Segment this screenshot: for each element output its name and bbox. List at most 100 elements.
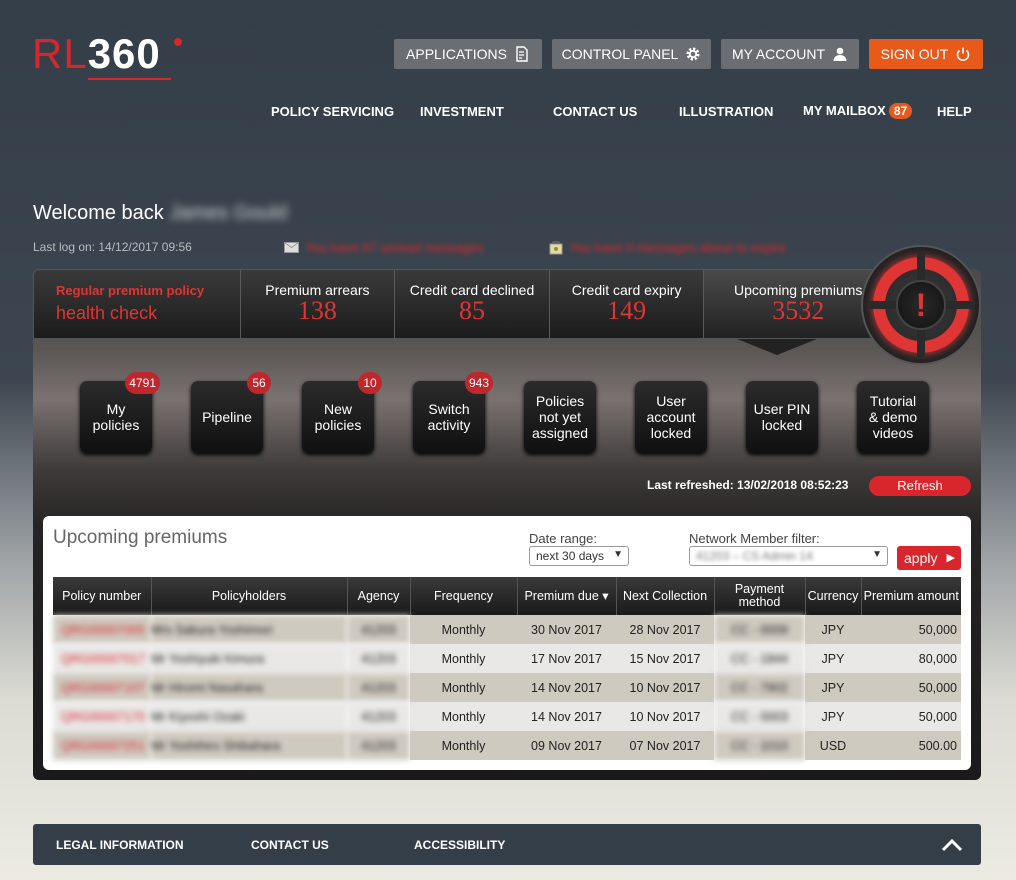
apply-button[interactable]: apply ▶ bbox=[897, 546, 961, 570]
cell-premium-due: 14 Nov 2017 bbox=[517, 702, 616, 731]
footer-legal-link[interactable]: LEGAL INFORMATION bbox=[56, 838, 184, 852]
col-premium-due[interactable]: Premium due ▾ bbox=[517, 577, 617, 615]
table-row[interactable]: QRG00007170 Mr Kiyoshi Ozaki 41203 Month… bbox=[53, 702, 961, 731]
tile-switch-activity[interactable]: Switch activity 943 bbox=[413, 372, 493, 453]
cell-agency: 41203 bbox=[347, 673, 410, 702]
nav-my-mailbox[interactable]: MY MAILBOX 87 bbox=[803, 103, 913, 119]
cell-premium-due: 30 Nov 2017 bbox=[517, 615, 616, 644]
logo-dot bbox=[174, 38, 182, 46]
col-policy-number[interactable]: Policy number bbox=[53, 577, 152, 615]
cell-policy-number[interactable]: QRG00007251 bbox=[53, 731, 151, 760]
nav-policy-servicing[interactable]: POLICY SERVICING bbox=[271, 104, 394, 119]
footer-accessibility-link[interactable]: ACCESSIBILITY bbox=[414, 838, 505, 852]
cell-payment-method: CC - 0003 bbox=[714, 702, 805, 731]
alert-alarm-button[interactable]: ! bbox=[861, 245, 981, 365]
cell-policy-number[interactable]: QRG00007107 bbox=[53, 673, 151, 702]
cell-payment-method: CC - 7902 bbox=[714, 673, 805, 702]
logo-text-red: RL bbox=[32, 30, 88, 77]
cell-policy-number[interactable]: QRG00007017 bbox=[53, 644, 151, 673]
my-account-button[interactable]: MY ACCOUNT bbox=[721, 39, 859, 69]
dropdown-arrow-icon: ▼ bbox=[872, 549, 882, 560]
power-icon bbox=[957, 47, 970, 62]
network-filter-select[interactable]: 41203 – CS Admin 14 ▼ bbox=[689, 546, 888, 566]
control-panel-button[interactable]: CONTROL PANEL bbox=[552, 39, 711, 69]
col-next-collection[interactable]: Next Collection bbox=[616, 577, 715, 615]
chevron-up-icon[interactable] bbox=[940, 833, 964, 857]
col-premium-amount[interactable]: Premium amount bbox=[861, 577, 961, 615]
cell-payment-method: CC - 1844 bbox=[714, 644, 805, 673]
cell-policy-number[interactable]: QRG00007005 bbox=[53, 615, 151, 644]
cell-premium-amount: 50,000 bbox=[861, 615, 961, 644]
tile-tutorial-videos[interactable]: Tutorial & demo videos bbox=[857, 381, 929, 453]
cell-next-collection: 10 Nov 2017 bbox=[616, 702, 714, 731]
nav-investment[interactable]: INVESTMENT bbox=[420, 104, 504, 119]
expiring-mail-icon bbox=[549, 241, 563, 255]
expiring-messages-link[interactable]: You have 0 messages about to expire bbox=[549, 240, 786, 255]
document-edit-icon bbox=[516, 46, 528, 62]
cell-premium-due: 17 Nov 2017 bbox=[517, 644, 616, 673]
tile-label: New policies bbox=[314, 401, 362, 433]
cell-currency: JPY bbox=[805, 673, 861, 702]
stat-credit-card-expiry[interactable]: Credit card expiry 149 bbox=[550, 270, 705, 338]
last-logon-text: Last log on: 14/12/2017 09:56 bbox=[33, 240, 192, 254]
table-row[interactable]: QRG00007251 Mr Yoshihiro Shibahara 41203… bbox=[53, 731, 961, 760]
refresh-button[interactable]: Refresh bbox=[869, 476, 971, 496]
col-currency[interactable]: Currency bbox=[805, 577, 862, 615]
table-row[interactable]: QRG00007005 Mrs Sakura Yoshimori 41203 M… bbox=[53, 615, 961, 644]
table-row[interactable]: QRG00007017 Mr Yoshiyuki Kimura 41203 Mo… bbox=[53, 644, 961, 673]
date-range-value: next 30 days bbox=[536, 549, 605, 563]
tile-policies-not-assigned[interactable]: Policies not yet assigned bbox=[524, 381, 596, 453]
cell-frequency: Monthly bbox=[410, 731, 517, 760]
tile-pipeline[interactable]: Pipeline 56 bbox=[191, 372, 271, 453]
cell-payment-method: CC - 0009 bbox=[714, 615, 805, 644]
health-check-title: Regular premium policy bbox=[56, 283, 205, 298]
table-row[interactable]: QRG00007107 Mr Hiromi Nasahara 41203 Mon… bbox=[53, 673, 961, 702]
tile-badge: 4791 bbox=[125, 372, 160, 394]
network-filter-label: Network Member filter: bbox=[689, 531, 820, 546]
nav-contact-us[interactable]: CONTACT US bbox=[553, 104, 637, 119]
tile-new-policies[interactable]: New policies 10 bbox=[302, 372, 382, 453]
active-stat-pointer bbox=[737, 339, 817, 355]
rl360-logo[interactable]: RL360 bbox=[32, 30, 192, 82]
cell-policyholder: Mr Yoshihiro Shibahara bbox=[151, 731, 347, 760]
unread-messages-link[interactable]: You have 87 unread messages bbox=[284, 240, 484, 255]
cell-currency: JPY bbox=[805, 644, 861, 673]
nav-help[interactable]: HELP bbox=[937, 104, 972, 119]
cell-premium-amount: 50,000 bbox=[861, 702, 961, 731]
date-range-select[interactable]: next 30 days ▼ bbox=[529, 546, 629, 566]
nav-illustration[interactable]: ILLUSTRATION bbox=[679, 104, 773, 119]
play-arrow-icon: ▶ bbox=[946, 552, 955, 564]
cell-frequency: Monthly bbox=[410, 615, 517, 644]
tile-my-policies[interactable]: My policies 4791 bbox=[80, 372, 160, 453]
last-refreshed-text: Last refreshed: 13/02/2018 08:52:23 bbox=[647, 478, 849, 492]
cell-agency: 41203 bbox=[347, 731, 410, 760]
welcome-prefix: Welcome back bbox=[33, 202, 164, 224]
col-frequency[interactable]: Frequency bbox=[410, 577, 518, 615]
cell-next-collection: 07 Nov 2017 bbox=[616, 731, 714, 760]
tile-label: Switch activity bbox=[427, 401, 471, 433]
cell-policyholder: Mr Kiyoshi Ozaki bbox=[151, 702, 347, 731]
cell-premium-amount: 50,000 bbox=[861, 673, 961, 702]
tile-user-pin-locked[interactable]: User PIN locked bbox=[746, 381, 818, 453]
cell-policyholder: Mr Hiromi Nasahara bbox=[151, 673, 347, 702]
col-agency[interactable]: Agency bbox=[347, 577, 411, 615]
cell-next-collection: 28 Nov 2017 bbox=[616, 615, 714, 644]
table-header-row: Policy number Policyholders Agency Frequ… bbox=[53, 577, 961, 615]
tile-label: User account locked bbox=[646, 393, 696, 441]
cell-agency: 41203 bbox=[347, 644, 410, 673]
stat-value: 85 bbox=[459, 296, 485, 325]
footer-contact-link[interactable]: CONTACT US bbox=[251, 838, 329, 852]
envelope-icon bbox=[284, 242, 299, 253]
col-payment-method[interactable]: Payment method bbox=[714, 577, 806, 615]
cell-currency: JPY bbox=[805, 615, 861, 644]
applications-label: APPLICATIONS bbox=[406, 46, 507, 62]
stat-premium-arrears[interactable]: Premium arrears 138 bbox=[241, 270, 396, 338]
mailbox-count-badge: 87 bbox=[888, 103, 913, 119]
sign-out-button[interactable]: SIGN OUT bbox=[869, 39, 983, 69]
health-check-tile[interactable]: Regular premium policy health check bbox=[34, 270, 241, 338]
stat-credit-card-declined[interactable]: Credit card declined 85 bbox=[395, 270, 550, 338]
tile-user-account-locked[interactable]: User account locked bbox=[635, 381, 707, 453]
col-policyholders[interactable]: Policyholders bbox=[151, 577, 348, 615]
cell-policy-number[interactable]: QRG00007170 bbox=[53, 702, 151, 731]
applications-button[interactable]: APPLICATIONS bbox=[394, 39, 542, 69]
